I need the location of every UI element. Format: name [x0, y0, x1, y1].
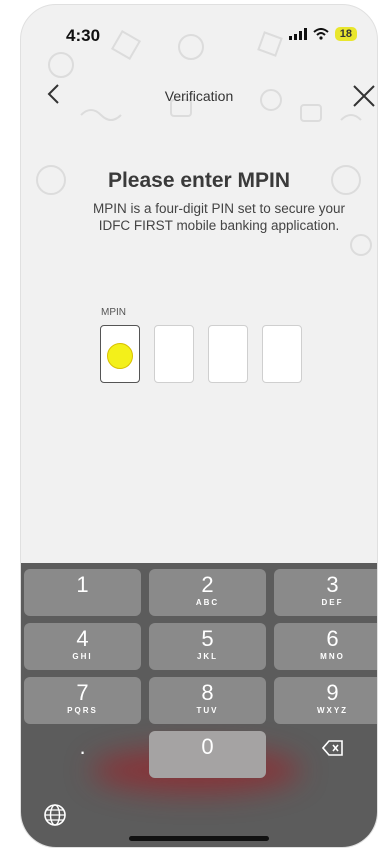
status-time: 4:30: [66, 26, 101, 45]
status-icons: 18: [288, 27, 357, 41]
key-7-number: 7: [76, 680, 89, 705]
wifi-icon: [313, 28, 329, 40]
key-6[interactable]: 6 MNO: [274, 623, 377, 670]
key-5-number: 5: [201, 626, 214, 651]
key-9[interactable]: 9 WXYZ: [274, 677, 377, 724]
phone-screen: 4:30 18 Verification Please enter MPIN M…: [20, 4, 378, 848]
key-5-letters: JKL: [196, 652, 219, 661]
key-3[interactable]: 3 DEF: [274, 569, 377, 616]
mpin-digit-4[interactable]: [262, 325, 302, 383]
mpin-input-group: [100, 325, 302, 383]
key-4[interactable]: 4 GHI: [24, 623, 141, 670]
key-dot-label: .: [79, 734, 86, 759]
key-7[interactable]: 7 PQRS: [24, 677, 141, 724]
numeric-keypad: 1 2 ABC 3 DEF 4 GHI 5 JKL 6 MNO 7 PQRS 8…: [21, 563, 377, 847]
key-6-number: 6: [326, 626, 339, 651]
top-nav: Verification: [21, 77, 377, 117]
key-5[interactable]: 5 JKL: [149, 623, 266, 670]
key-7-letters: PQRS: [67, 706, 98, 715]
key-8[interactable]: 8 TUV: [149, 677, 266, 724]
backspace-key[interactable]: [274, 731, 377, 778]
mpin-digit-2[interactable]: [154, 325, 194, 383]
touch-indicator: [107, 343, 133, 369]
key-8-number: 8: [201, 680, 214, 705]
battery-icon: 18: [334, 27, 357, 41]
key-9-number: 9: [326, 680, 339, 705]
backspace-icon: [321, 740, 343, 756]
key-9-letters: WXYZ: [316, 706, 349, 715]
mpin-description: MPIN is a four-digit PIN set to secure y…: [92, 201, 346, 233]
key-4-letters: GHI: [72, 652, 93, 661]
home-indicator: [129, 836, 269, 841]
key-dot[interactable]: .: [24, 731, 141, 778]
key-4-number: 4: [76, 626, 89, 651]
mpin-digit-3[interactable]: [208, 325, 248, 383]
mpin-digit-1[interactable]: [100, 325, 140, 383]
key-1[interactable]: 1: [24, 569, 141, 616]
key-0-number: 0: [201, 734, 214, 759]
key-2[interactable]: 2 ABC: [149, 569, 266, 616]
key-8-letters: TUV: [196, 706, 219, 715]
key-2-number: 2: [201, 572, 214, 597]
close-icon[interactable]: [349, 81, 378, 111]
key-3-number: 3: [326, 572, 339, 597]
key-6-letters: MNO: [320, 652, 345, 661]
key-0[interactable]: 0: [149, 731, 266, 778]
globe-icon[interactable]: [43, 803, 67, 827]
page-title: Verification: [164, 88, 234, 104]
key-3-letters: DEF: [321, 598, 344, 607]
mpin-heading: Please enter MPIN: [107, 169, 291, 192]
key-2-letters: ABC: [195, 598, 220, 607]
status-bar: 4:30 18: [21, 23, 377, 53]
mpin-label: MPIN: [101, 307, 126, 318]
key-1-number: 1: [76, 572, 89, 597]
signal-icon: [288, 28, 307, 40]
